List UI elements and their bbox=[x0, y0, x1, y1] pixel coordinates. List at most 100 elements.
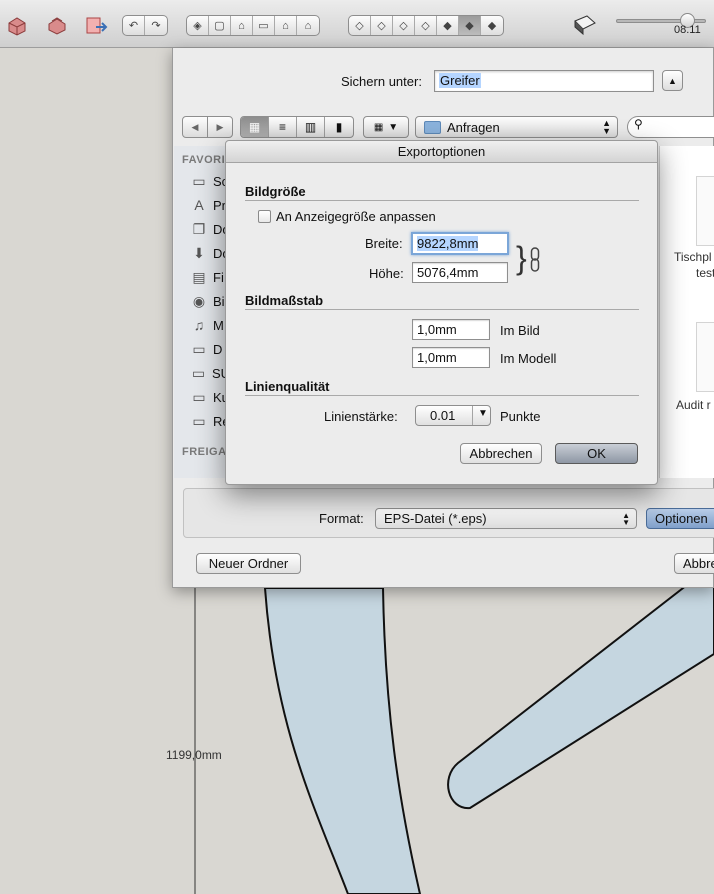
column-view-icon[interactable]: ▥ bbox=[297, 117, 325, 137]
cancel-save-button[interactable]: Abbre bbox=[674, 553, 714, 574]
group-icon[interactable] bbox=[44, 12, 70, 38]
file-thumbnail[interactable] bbox=[696, 176, 714, 246]
ok-button[interactable]: OK bbox=[555, 443, 638, 464]
sidebar-item[interactable]: ▭SU bbox=[190, 362, 228, 384]
format-popup[interactable]: EPS-Datei (*.eps) ▲ ▼ bbox=[375, 508, 637, 529]
fit-to-view-label: An Anzeigegröße anpassen bbox=[276, 209, 436, 224]
monochrome-style-icon[interactable]: ◆ bbox=[481, 16, 503, 35]
applications-icon: A bbox=[194, 197, 204, 213]
line-width-unit: Punkte bbox=[500, 409, 541, 424]
file-browser: Tischpl test Audit r bbox=[659, 146, 714, 478]
sidebar: FAVORI ▭Sc APr ❐Do ⬇Do ▤Fi ◉Bi ♫M ▭D ▭SU… bbox=[174, 146, 228, 478]
image-scale-header: Bildmaßstab bbox=[245, 293, 324, 308]
left-view-icon[interactable]: ⌂ bbox=[297, 16, 319, 35]
export-options-dialog: Exportoptionen Bildgröße An Anzeigegröße… bbox=[225, 140, 658, 485]
in-image-label: Im Bild bbox=[500, 323, 540, 338]
section-plane-icon[interactable] bbox=[572, 12, 598, 38]
sidebar-item[interactable]: ♫ M bbox=[190, 314, 228, 336]
back-edges-style-icon[interactable]: ◇ bbox=[371, 16, 393, 35]
front-view-icon[interactable]: ⌂ bbox=[231, 16, 253, 35]
main-toolbar: ↶ ↷ ◈ ▢ ⌂ ▭ ⌂ ⌂ ◇ ◇ ◇ ◇ ◆ ◆ ◆ 08.11 bbox=[0, 0, 714, 48]
icon-view-icon[interactable]: ▦ bbox=[241, 117, 269, 137]
undo-redo-group: ↶ ↷ bbox=[122, 15, 168, 36]
document-icon: ❐ bbox=[192, 220, 206, 237]
chevron-up-icon: ▲ bbox=[668, 75, 677, 86]
in-model-field[interactable]: 1,0mm bbox=[412, 347, 490, 368]
sidebar-item[interactable]: ▭ Ku bbox=[190, 386, 228, 408]
hidden-line-style-icon[interactable]: ◇ bbox=[415, 16, 437, 35]
chevron-down-icon[interactable]: ▼ bbox=[478, 408, 488, 419]
height-value: 5076,4mm bbox=[417, 265, 479, 280]
search-icon: ⚲ bbox=[634, 117, 643, 131]
search-input[interactable]: ⚲ bbox=[627, 116, 714, 138]
wireframe-style-icon[interactable]: ◇ bbox=[393, 16, 415, 35]
section-divider bbox=[245, 395, 639, 396]
updown-icon: ▲ ▼ bbox=[602, 118, 611, 136]
new-folder-button[interactable]: Neuer Ordner bbox=[196, 553, 301, 574]
image-size-header: Bildgröße bbox=[245, 184, 306, 199]
in-model-label: Im Modell bbox=[500, 351, 557, 366]
expand-button[interactable]: ▲ bbox=[662, 70, 683, 91]
styles-group: ◇ ◇ ◇ ◇ ◆ ◆ ◆ bbox=[348, 15, 504, 36]
camera-icon: ◉ bbox=[192, 292, 206, 309]
save-as-input[interactable]: Greifer bbox=[434, 70, 654, 92]
sidebar-item[interactable]: A Pr bbox=[190, 194, 228, 216]
line-width-combobox[interactable]: 0.01 ▼ bbox=[415, 405, 491, 426]
width-field[interactable]: 9822,8mm bbox=[411, 232, 509, 255]
shaded-texture-style-icon[interactable]: ◆ bbox=[459, 16, 481, 35]
iso-view-icon[interactable]: ◈ bbox=[187, 16, 209, 35]
download-icon: ⬇ bbox=[193, 244, 205, 261]
cancel-button[interactable]: Abbrechen bbox=[460, 443, 542, 464]
xray-style-icon[interactable]: ◇ bbox=[349, 16, 371, 35]
music-icon: ♫ bbox=[193, 317, 205, 333]
in-image-field[interactable]: 1,0mm bbox=[412, 319, 490, 340]
film-icon: ▤ bbox=[192, 268, 206, 285]
views-group: ◈ ▢ ⌂ ▭ ⌂ ⌂ bbox=[186, 15, 320, 36]
section-divider bbox=[245, 200, 639, 201]
line-width-label: Linienstärke: bbox=[324, 409, 398, 424]
top-view-icon[interactable]: ▢ bbox=[209, 16, 231, 35]
back-icon[interactable]: ◀ bbox=[182, 116, 208, 138]
folder-icon: ▭ bbox=[192, 340, 206, 357]
view-mode-group: ▦ ≡ ▥ ▮ bbox=[240, 116, 354, 138]
back-forward-group: ◀ ▶ bbox=[182, 116, 234, 138]
location-popup[interactable]: Anfragen ▲ ▼ bbox=[415, 116, 618, 138]
width-value: 9822,8mm bbox=[417, 236, 479, 251]
folder-icon: ▭ bbox=[191, 364, 206, 381]
chevron-down-icon: ▼ bbox=[388, 121, 399, 133]
sidebar-item[interactable]: ◉ Bi bbox=[190, 290, 228, 312]
coverflow-view-icon[interactable]: ▮ bbox=[325, 117, 353, 137]
grid-icon: ▦ bbox=[373, 121, 384, 133]
section-divider bbox=[245, 309, 639, 310]
list-view-icon[interactable]: ≡ bbox=[269, 117, 297, 137]
shared-header: FREIGA bbox=[182, 446, 227, 458]
redo-icon[interactable]: ↷ bbox=[145, 16, 167, 35]
folder-icon: ▭ bbox=[192, 412, 206, 429]
height-label: Höhe: bbox=[369, 266, 404, 281]
component-icon[interactable] bbox=[4, 12, 30, 38]
sidebar-item[interactable]: ▭ D bbox=[190, 338, 228, 360]
options-button[interactable]: Optionen bbox=[646, 508, 714, 529]
file-thumbnail[interactable] bbox=[696, 322, 714, 392]
folder-icon: ▭ bbox=[192, 388, 206, 405]
fit-to-view-checkbox[interactable] bbox=[258, 210, 271, 223]
export-icon[interactable] bbox=[84, 12, 110, 38]
sidebar-item[interactable]: ⬇ Do bbox=[190, 242, 228, 264]
forward-icon[interactable]: ▶ bbox=[207, 116, 233, 138]
folder-icon bbox=[424, 120, 441, 134]
undo-icon[interactable]: ↶ bbox=[123, 16, 145, 35]
right-view-icon[interactable]: ▭ bbox=[253, 16, 275, 35]
shaded-style-icon[interactable]: ◆ bbox=[437, 16, 459, 35]
back-view-icon[interactable]: ⌂ bbox=[275, 16, 297, 35]
sidebar-item[interactable]: ▭ Sc bbox=[190, 170, 228, 192]
chain-link-icon[interactable] bbox=[530, 247, 540, 276]
updown-icon: ▲ ▼ bbox=[622, 511, 630, 527]
height-field[interactable]: 5076,4mm bbox=[412, 262, 508, 283]
format-value: EPS-Datei (*.eps) bbox=[384, 511, 487, 526]
sidebar-item[interactable]: ❐ Do bbox=[190, 218, 228, 240]
sidebar-item[interactable]: ▭ Re bbox=[190, 410, 228, 432]
screen-icon: ▭ bbox=[192, 172, 206, 189]
sidebar-item[interactable]: ▤ Fi bbox=[190, 266, 228, 288]
arrange-button[interactable]: ▦ ▼ bbox=[363, 116, 409, 138]
line-quality-header: Linienqualität bbox=[245, 379, 330, 394]
